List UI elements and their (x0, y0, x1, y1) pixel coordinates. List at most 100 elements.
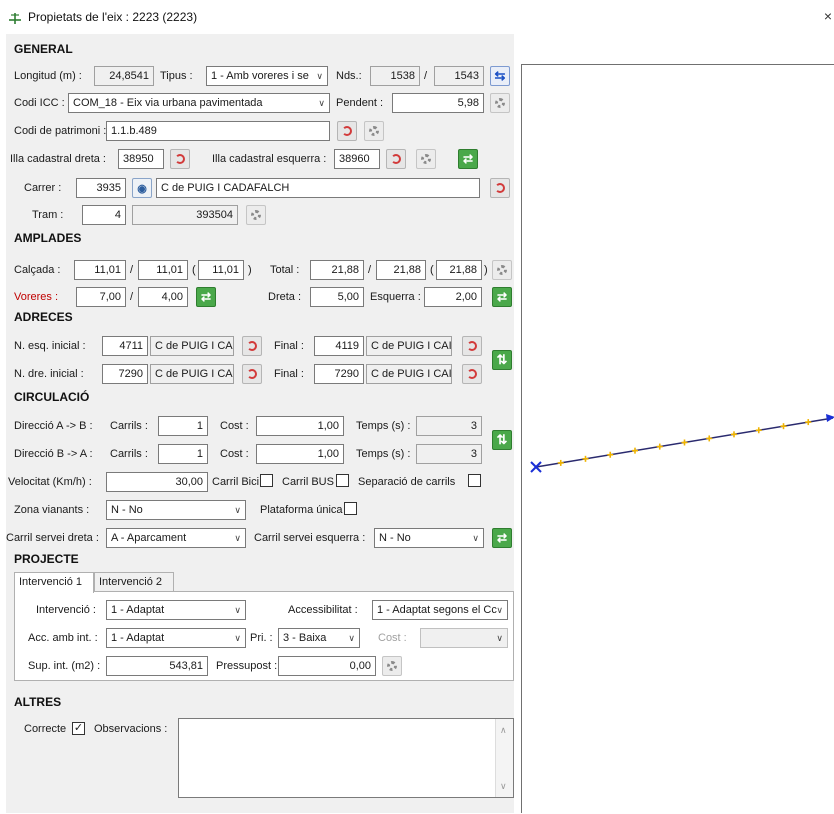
carrer-search-button[interactable]: ◉ (132, 178, 152, 198)
servei-dreta-dropdown[interactable]: A - Aparcament ∨ (106, 528, 246, 548)
dre-final-pick-button[interactable] (462, 364, 482, 384)
illa-esq-field[interactable]: 38960 (334, 149, 380, 169)
chevron-down-icon: ∨ (496, 605, 503, 615)
section-amplades: AMPLADES (14, 231, 82, 245)
section-circulacio: CIRCULACIÓ (14, 390, 90, 404)
esq-inicial-street-field: C de PUIG I CAI (150, 336, 234, 356)
carril-bici-checkbox[interactable] (260, 474, 273, 487)
tram-field[interactable]: 4 (82, 205, 126, 225)
calcada-1-field[interactable]: 11,01 (74, 260, 126, 280)
dre-final-label: Final : (274, 368, 304, 380)
patrimoni-pick-button[interactable] (337, 121, 357, 141)
map-view[interactable] (521, 64, 834, 813)
swap-icon: ⇄ (200, 290, 212, 304)
swap-adreces-button[interactable]: ⇅ (492, 350, 512, 370)
pri-dropdown[interactable]: 3 - Baixa ∨ (278, 628, 360, 648)
total-paren-close: ) (484, 264, 488, 276)
flip-icon: ⇆ (494, 68, 506, 83)
tipus-label: Tipus : (160, 70, 193, 82)
total-3-field[interactable]: 21,88 (436, 260, 482, 280)
observacions-scrollbar[interactable]: ∧ ∨ (495, 719, 513, 797)
longitud-label: Longitud (m) : (14, 70, 82, 82)
pick-icon (247, 341, 257, 351)
pendent-field[interactable]: 5,98 (392, 93, 484, 113)
intervencio-dropdown[interactable]: 1 - Adaptat ∨ (106, 600, 246, 620)
swap-illes-button[interactable]: ⇄ (458, 149, 478, 169)
swap-voreres-button[interactable]: ⇄ (196, 287, 216, 307)
axis-icon (9, 13, 21, 24)
carrer-pick-button[interactable] (490, 178, 510, 198)
dre-final-street-field: C de PUIG I CAI (366, 364, 452, 384)
pressupost-field[interactable]: 0,00 (278, 656, 376, 676)
section-projecte: PROJECTE (14, 552, 79, 566)
tram-label: Tram : (32, 209, 64, 221)
total-1-field[interactable]: 21,88 (310, 260, 364, 280)
acc-int-dropdown[interactable]: 1 - Adaptat ∨ (106, 628, 246, 648)
voreres-1-field[interactable]: 7,00 (76, 287, 126, 307)
tab-intervencio-1[interactable]: Intervenció 1 (14, 572, 94, 593)
calcada-3-field[interactable]: 11,01 (198, 260, 244, 280)
esq-inicial-field[interactable]: 4711 (102, 336, 148, 356)
pick-icon (247, 369, 257, 379)
tram-id-field: 393504 (132, 205, 238, 225)
esq-final-pick-button[interactable] (462, 336, 482, 356)
carrer-code-field[interactable]: 3935 (76, 178, 126, 198)
ba-cost-field[interactable]: 1,00 (256, 444, 344, 464)
tab-intervencio-2[interactable]: Intervenció 2 (94, 572, 174, 592)
swap-voreres-widths-button[interactable]: ⇄ (492, 287, 512, 307)
swap-direccions-button[interactable]: ⇅ (492, 430, 512, 450)
gear-icon (387, 661, 397, 671)
codi-icc-dropdown[interactable]: COM_18 - Eix via urbana pavimentada ∨ (68, 93, 330, 113)
voreres-2-field[interactable]: 4,00 (138, 287, 188, 307)
illa-esq-pick-button[interactable] (386, 149, 406, 169)
swap-icon: ⇄ (496, 531, 508, 545)
swap-carril-servei-button[interactable]: ⇄ (492, 528, 512, 548)
patrimoni-label: Codi de patrimoni : (14, 125, 107, 137)
ba-carrils-field[interactable]: 1 (158, 444, 208, 464)
carril-bus-checkbox[interactable] (336, 474, 349, 487)
illa-dreta-field[interactable]: 38950 (118, 149, 164, 169)
pendent-label: Pendent : (336, 97, 384, 109)
pressupost-label: Pressupost : (216, 660, 278, 672)
observacions-textarea[interactable]: ∧ ∨ (178, 718, 514, 798)
patrimoni-gear-button[interactable] (364, 121, 384, 141)
dreta-field[interactable]: 5,00 (310, 287, 364, 307)
esquerra-field[interactable]: 2,00 (424, 287, 482, 307)
correcte-checkbox[interactable]: ✓ (72, 722, 85, 735)
calcada-2-field[interactable]: 11,01 (138, 260, 188, 280)
esq-final-field[interactable]: 4119 (314, 336, 364, 356)
ab-temps-field: 3 (416, 416, 482, 436)
carrer-name-field[interactable]: C de PUIG I CADAFALCH (156, 178, 480, 198)
total-2-field[interactable]: 21,88 (376, 260, 426, 280)
dre-final-field[interactable]: 7290 (314, 364, 364, 384)
updown-icon: ⇅ (496, 352, 508, 367)
zona-dropdown[interactable]: N - No ∨ (106, 500, 246, 520)
tipus-dropdown[interactable]: 1 - Amb voreres i se ∨ (206, 66, 328, 86)
tram-gear-button[interactable] (246, 205, 266, 225)
servei-esq-dropdown[interactable]: N - No ∨ (374, 528, 484, 548)
ba-temps-field: 3 (416, 444, 482, 464)
pendent-calc-button[interactable] (490, 93, 510, 113)
patrimoni-field[interactable]: 1.1.b.489 (106, 121, 330, 141)
dre-inicial-pick-button[interactable] (242, 364, 262, 384)
ab-cost-field[interactable]: 1,00 (256, 416, 344, 436)
close-icon[interactable]: × (824, 8, 832, 24)
updown-icon: ⇅ (496, 432, 508, 447)
velocitat-field[interactable]: 30,00 (106, 472, 208, 492)
sup-field[interactable]: 543,81 (106, 656, 208, 676)
pressupost-gear-button[interactable] (382, 656, 402, 676)
accessibilitat-dropdown[interactable]: 1 - Adaptat segons el Cc ∨ (372, 600, 508, 620)
plataforma-checkbox[interactable] (344, 502, 357, 515)
illa-dreta-pick-button[interactable] (170, 149, 190, 169)
amplades-gear-button[interactable] (492, 260, 512, 280)
scroll-down-icon[interactable]: ∨ (500, 777, 507, 795)
chevron-down-icon: ∨ (234, 605, 241, 615)
dre-inicial-field[interactable]: 7290 (102, 364, 148, 384)
esq-inicial-pick-button[interactable] (242, 336, 262, 356)
separacio-checkbox[interactable] (468, 474, 481, 487)
flip-direction-button[interactable]: ⇆ (490, 66, 510, 86)
chevron-down-icon: ∨ (496, 633, 503, 643)
scroll-up-icon[interactable]: ∧ (500, 721, 507, 739)
illa-gear-button[interactable] (416, 149, 436, 169)
ab-carrils-field[interactable]: 1 (158, 416, 208, 436)
